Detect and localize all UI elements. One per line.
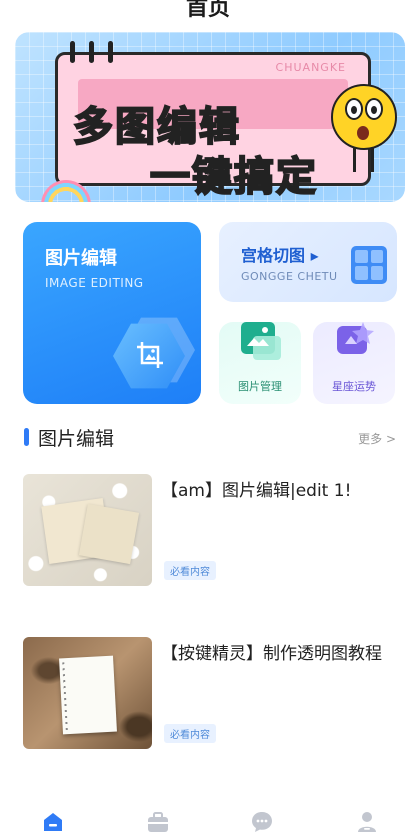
banner-subheadline: 一键搞定 — [149, 153, 318, 201]
image-crop-icon — [137, 342, 163, 368]
tag-badge: 必看内容 — [164, 561, 216, 580]
section-title: 图片编辑 — [38, 428, 115, 450]
photo-manage-label: 图片管理 — [238, 380, 282, 393]
promo-banner[interactable]: CHUANGKE 多图编辑 一键搞定 — [15, 32, 405, 202]
thumbnail-image — [23, 474, 152, 586]
list-item[interactable]: 【按键精灵】制作透明图教程 必看内容 — [23, 637, 396, 749]
briefcase-icon[interactable] — [146, 810, 170, 834]
tag-badge: 必看内容 — [164, 724, 216, 743]
horoscope-card[interactable]: 星座运势 — [313, 322, 395, 404]
grid-cut-subtitle: GONGGE CHETU — [241, 270, 338, 283]
list-item-title: 【am】图片编辑|edit 1! — [161, 481, 352, 501]
binder-rings — [70, 41, 113, 63]
thumbnail-image — [23, 637, 152, 749]
list-item[interactable]: 【am】图片编辑|edit 1! 必看内容 — [23, 474, 396, 586]
horoscope-label: 星座运势 — [332, 380, 376, 393]
section-accent-bar — [24, 428, 29, 446]
photo-manage-card[interactable]: 图片管理 — [219, 322, 301, 404]
profile-icon[interactable] — [355, 810, 379, 834]
image-edit-subtitle: IMAGE EDITING — [45, 276, 144, 290]
grid-cut-card[interactable]: 宫格切图 ▸ GONGGE CHETU — [219, 222, 397, 302]
more-link[interactable]: 更多 > — [358, 430, 396, 447]
grid-cut-title: 宫格切图 ▸ — [241, 246, 319, 265]
grid-icon — [351, 246, 387, 284]
message-icon[interactable] — [250, 810, 274, 834]
image-edit-card[interactable]: 图片编辑 IMAGE EDITING — [23, 222, 201, 404]
page-title: 首页 — [185, 0, 230, 21]
home-icon[interactable] — [41, 810, 65, 834]
list-item-title: 【按键精灵】制作透明图教程 — [161, 644, 382, 664]
star-icon — [337, 322, 374, 354]
mascot-icon — [331, 84, 397, 172]
photo-icon — [241, 322, 281, 360]
bottom-nav — [0, 800, 416, 838]
image-edit-title: 图片编辑 — [45, 248, 117, 269]
banner-tag: CHUANGKE — [275, 61, 346, 74]
